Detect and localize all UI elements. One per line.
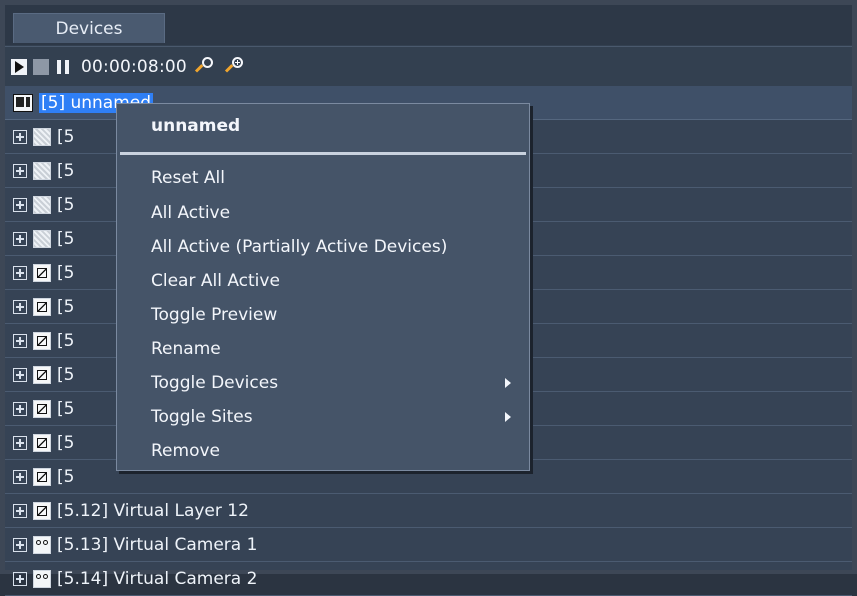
tree-row[interactable]: [5.13] Virtual Camera 1 bbox=[5, 528, 852, 562]
layer-icon bbox=[33, 263, 51, 282]
expand-icon[interactable] bbox=[13, 197, 27, 212]
layer-icon bbox=[33, 467, 51, 486]
layer-icon bbox=[33, 501, 51, 520]
stop-button[interactable] bbox=[33, 58, 49, 75]
expand-icon[interactable] bbox=[13, 401, 27, 416]
menu-separator bbox=[120, 152, 526, 155]
menu-item[interactable]: Rename bbox=[151, 339, 221, 359]
submenu-arrow-icon bbox=[505, 378, 511, 388]
context-menu: unnamed Reset All All Active All Active (P… bbox=[116, 103, 530, 471]
submenu-arrow-icon bbox=[505, 412, 511, 422]
expand-icon[interactable] bbox=[13, 299, 27, 314]
expand-icon[interactable] bbox=[13, 367, 27, 382]
tree-row-label: [5 bbox=[57, 228, 75, 249]
expand-icon[interactable] bbox=[13, 435, 27, 450]
menu-item[interactable]: Toggle Devices bbox=[151, 373, 278, 393]
zoom-in-icon[interactable] bbox=[224, 56, 247, 78]
context-menu-title: unnamed bbox=[151, 116, 241, 136]
expand-icon[interactable] bbox=[13, 469, 27, 484]
device-root-icon bbox=[13, 93, 33, 112]
expand-icon[interactable] bbox=[13, 503, 27, 518]
play-icon bbox=[14, 60, 24, 73]
layer-icon bbox=[33, 399, 51, 418]
menu-item[interactable]: Clear All Active bbox=[151, 271, 280, 291]
tree-row-label: [5.14] Virtual Camera 2 bbox=[57, 568, 258, 589]
device-icon bbox=[33, 229, 51, 248]
tree-row-label: [5 bbox=[57, 160, 75, 181]
tree-row-label: [5 bbox=[57, 432, 75, 453]
menu-item[interactable]: All Active bbox=[151, 203, 230, 223]
tab-devices[interactable]: Devices bbox=[13, 13, 165, 43]
tree-row-label: [5 bbox=[57, 262, 75, 283]
menu-item[interactable]: Reset All bbox=[151, 168, 225, 188]
device-icon bbox=[33, 195, 51, 214]
tree-row-label: [5 bbox=[57, 194, 75, 215]
menu-item[interactable]: All Active (Partially Active Devices) bbox=[151, 237, 447, 257]
layer-icon bbox=[33, 365, 51, 384]
expand-icon[interactable] bbox=[13, 163, 27, 178]
device-icon bbox=[33, 127, 51, 146]
pause-button[interactable] bbox=[55, 59, 71, 75]
menu-item[interactable]: Remove bbox=[151, 441, 220, 461]
camera-icon bbox=[33, 535, 51, 554]
tab-label: Devices bbox=[55, 18, 123, 39]
transport-toolbar: 00:00:08:00 bbox=[5, 46, 852, 86]
device-icon bbox=[33, 161, 51, 180]
tree-row[interactable]: [5.14] Virtual Camera 2 bbox=[5, 562, 852, 596]
expand-icon[interactable] bbox=[13, 129, 27, 144]
play-button[interactable] bbox=[11, 58, 27, 75]
timecode-display: 00:00:08:00 bbox=[81, 56, 187, 77]
tree-row-label: [5.12] Virtual Layer 12 bbox=[57, 500, 249, 521]
expand-icon[interactable] bbox=[13, 333, 27, 348]
layer-icon bbox=[33, 297, 51, 316]
expand-icon[interactable] bbox=[13, 231, 27, 246]
menu-item[interactable]: Toggle Preview bbox=[151, 305, 277, 325]
tree-row-label: [5.13] Virtual Camera 1 bbox=[57, 534, 258, 555]
camera-icon bbox=[33, 569, 51, 588]
tree-row-label: [5 bbox=[57, 126, 75, 147]
tree-row-label: [5 bbox=[57, 296, 75, 317]
expand-icon[interactable] bbox=[13, 537, 27, 552]
zoom-out-icon[interactable] bbox=[194, 56, 217, 78]
layer-icon bbox=[33, 433, 51, 452]
tree-row-label: [5 bbox=[57, 330, 75, 351]
tree-row[interactable]: [5.12] Virtual Layer 12 bbox=[5, 494, 852, 528]
menu-item[interactable]: Toggle Sites bbox=[151, 407, 253, 427]
tree-row-label: [5 bbox=[57, 398, 75, 419]
expand-icon[interactable] bbox=[13, 265, 27, 280]
pause-icon bbox=[57, 59, 69, 74]
tree-row-label: [5 bbox=[57, 364, 75, 385]
tab-bar: Devices bbox=[5, 5, 852, 45]
tree-row-label: [5 bbox=[57, 466, 75, 487]
layer-icon bbox=[33, 331, 51, 350]
